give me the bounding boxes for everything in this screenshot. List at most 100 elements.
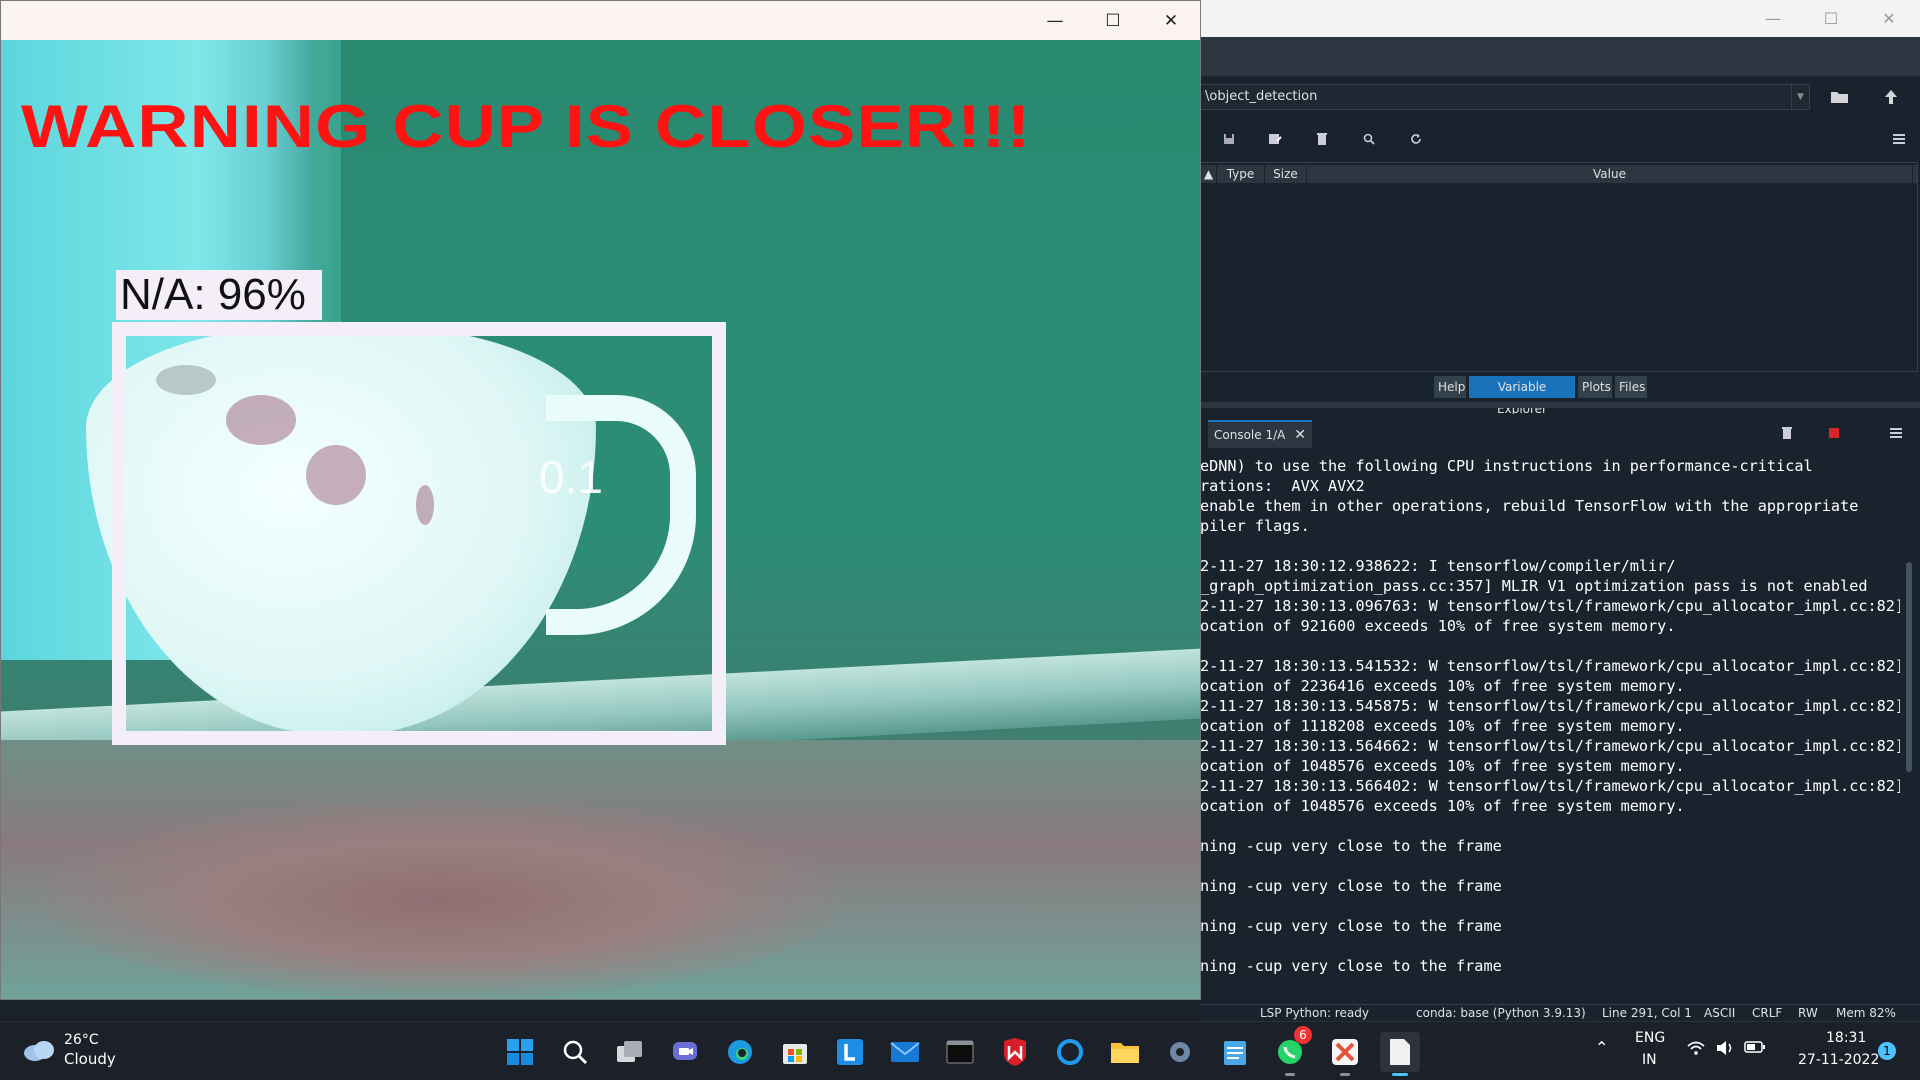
tab-plots[interactable]: Plots <box>1578 376 1612 398</box>
console-line: ning -cup very close to the frame <box>1200 917 1502 935</box>
lsp-status[interactable]: LSP Python: ready <box>1260 1005 1369 1021</box>
delete-variables-icon[interactable] <box>1313 130 1331 148</box>
search-icon[interactable] <box>555 1032 595 1072</box>
search-icon[interactable] <box>1360 130 1378 148</box>
console-line: 2-11-27 18:30:13.566402: W tensorflow/ts… <box>1200 777 1900 795</box>
save-data-icon[interactable] <box>1220 130 1238 148</box>
tab-variable-explorer[interactable]: Variable Explorer <box>1469 376 1575 416</box>
clock-date[interactable]: 27-11-2022 <box>1798 1052 1879 1068</box>
column-header-size[interactable]: Size <box>1265 165 1307 183</box>
whatsapp-icon[interactable]: 6 <box>1270 1026 1312 1076</box>
refresh-icon[interactable] <box>1407 130 1425 148</box>
close-icon[interactable]: ✕ <box>1294 422 1306 448</box>
console-line: ning -cup very close to the frame <box>1200 877 1502 895</box>
console-line: 2-11-27 18:30:13.564662: W tensorflow/ts… <box>1200 737 1900 755</box>
pane-tab-bar: Help Variable Explorer Plots Files <box>1200 376 1920 416</box>
object-id-label: 0.1 <box>539 451 603 503</box>
detection-label: N/A: 96% <box>116 270 322 320</box>
console-line: _graph_optimization_pass.cc:357] MLIR V1… <box>1200 577 1868 595</box>
console-line: piler flags. <box>1200 517 1310 535</box>
xampp-icon[interactable] <box>1325 1032 1365 1076</box>
status-bar: LSP Python: ready conda: base (Python 3.… <box>1200 1004 1920 1021</box>
variable-explorer-table[interactable]: ▲ Type Size Value <box>1200 162 1918 372</box>
tab-files[interactable]: Files <box>1615 376 1647 398</box>
console-scrollbar[interactable] <box>1901 452 1917 1000</box>
working-directory-row: \object_detection ▼ <box>1200 80 1920 116</box>
running-indicator <box>1340 1073 1350 1076</box>
minimize-button[interactable]: — <box>1026 1 1084 40</box>
detection-bounding-box <box>112 322 726 745</box>
maximize-button[interactable]: ☐ <box>1084 1 1142 40</box>
l-app-icon[interactable] <box>830 1032 870 1072</box>
volume-icon[interactable] <box>1716 1040 1736 1060</box>
console-line: 2-11-27 18:30:13.096763: W tensorflow/ts… <box>1200 597 1900 615</box>
active-indicator <box>1392 1073 1408 1076</box>
minimize-button[interactable]: — <box>1744 0 1802 37</box>
save-data-as-icon[interactable] <box>1266 130 1284 148</box>
conda-env-status[interactable]: conda: base (Python 3.9.13) <box>1416 1005 1586 1021</box>
file-encoding: ASCII <box>1704 1006 1736 1020</box>
camera-titlebar[interactable]: — ☐ ✕ <box>1 1 1200 40</box>
console-line: ocation of 1118208 exceeds 10% of free s… <box>1200 717 1685 735</box>
weather-temperature: 26°C <box>64 1032 99 1048</box>
chevron-up-icon[interactable]: ⌃ <box>1595 1038 1608 1057</box>
settings-icon[interactable] <box>1160 1032 1200 1072</box>
mail-icon[interactable] <box>885 1032 925 1072</box>
console-tab-label: Console 1/A <box>1214 428 1286 442</box>
column-header-type[interactable]: Type <box>1217 165 1265 183</box>
notification-center-badge[interactable]: 1 <box>1878 1042 1896 1060</box>
parent-directory-icon[interactable] <box>1876 84 1906 110</box>
clock-time[interactable]: 18:31 <box>1826 1030 1866 1046</box>
camera-feed: N/A: 96% 0.1 WARNING CUP IS CLOSER!!! <box>1 40 1200 999</box>
close-button[interactable]: ✕ <box>1860 0 1918 37</box>
file-explorer-icon[interactable] <box>1105 1032 1145 1072</box>
mcafee-icon[interactable] <box>995 1032 1035 1072</box>
notification-badge: 6 <box>1294 1026 1312 1044</box>
battery-icon[interactable] <box>1744 1040 1766 1058</box>
region-indicator[interactable]: IN <box>1642 1052 1657 1068</box>
console-line: ocation of 1048576 exceeds 10% of free s… <box>1200 797 1685 815</box>
store-icon[interactable] <box>775 1032 815 1072</box>
working-directory-combo[interactable]: \object_detection ▼ <box>1200 84 1810 110</box>
clear-console-icon[interactable] <box>1778 424 1796 442</box>
weather-widget[interactable]: 26°C Cloudy <box>20 1030 140 1072</box>
sort-arrow-icon[interactable]: ▲ <box>1201 165 1217 183</box>
stop-icon[interactable] <box>1825 424 1843 442</box>
ipython-console[interactable]: eDNN) to use the following CPU instructi… <box>1200 452 1900 1000</box>
options-menu-icon[interactable] <box>1890 130 1908 148</box>
line-endings: CRLF <box>1752 1006 1783 1020</box>
scrollbar-thumb[interactable] <box>1906 562 1912 772</box>
console-output: eDNN) to use the following CPU instructi… <box>1200 456 1900 976</box>
console-line: ocation of 1048576 exceeds 10% of free s… <box>1200 757 1685 775</box>
terminal-icon[interactable] <box>940 1032 980 1072</box>
language-indicator[interactable]: ENG <box>1635 1030 1665 1046</box>
camera-window[interactable]: — ☐ ✕ N/A: 96% 0.1 WARNING CUP IS CLOSER… <box>0 0 1201 1000</box>
console-options-icon[interactable] <box>1887 424 1905 442</box>
chevron-down-icon[interactable]: ▼ <box>1791 85 1809 109</box>
column-header-value[interactable]: Value <box>1307 165 1913 183</box>
notepad-icon[interactable] <box>1215 1032 1255 1072</box>
edge-icon[interactable] <box>720 1032 760 1072</box>
warning-text: WARNING CUP IS CLOSER!!! <box>21 93 1032 160</box>
folder-open-icon[interactable] <box>1824 84 1856 110</box>
task-view-icon[interactable] <box>610 1032 650 1072</box>
console-line: ocation of 2236416 exceeds 10% of free s… <box>1200 677 1685 695</box>
tab-console[interactable]: Console 1/A ✕ <box>1208 420 1312 448</box>
pane-splitter[interactable] <box>1200 402 1920 408</box>
close-button[interactable]: ✕ <box>1142 1 1200 40</box>
tab-help[interactable]: Help <box>1434 376 1466 398</box>
maximize-button[interactable]: ☐ <box>1802 0 1860 37</box>
wifi-icon[interactable] <box>1686 1040 1706 1060</box>
cortana-icon[interactable] <box>1050 1032 1090 1072</box>
taskbar: 26°C Cloudy 6 ⌃ ENG IN 18:31 27-11-2022 … <box>0 1021 1920 1080</box>
variable-explorer-header: ▲ Type Size Value <box>1201 165 1917 183</box>
start-icon[interactable] <box>500 1032 540 1072</box>
console-line: eDNN) to use the following CPU instructi… <box>1200 457 1813 475</box>
teams-chat-icon[interactable] <box>665 1032 705 1072</box>
document-icon[interactable] <box>1380 1032 1420 1076</box>
console-line: ocation of 921600 exceeds 10% of free sy… <box>1200 617 1676 635</box>
working-directory-path: \object_detection <box>1205 89 1318 104</box>
